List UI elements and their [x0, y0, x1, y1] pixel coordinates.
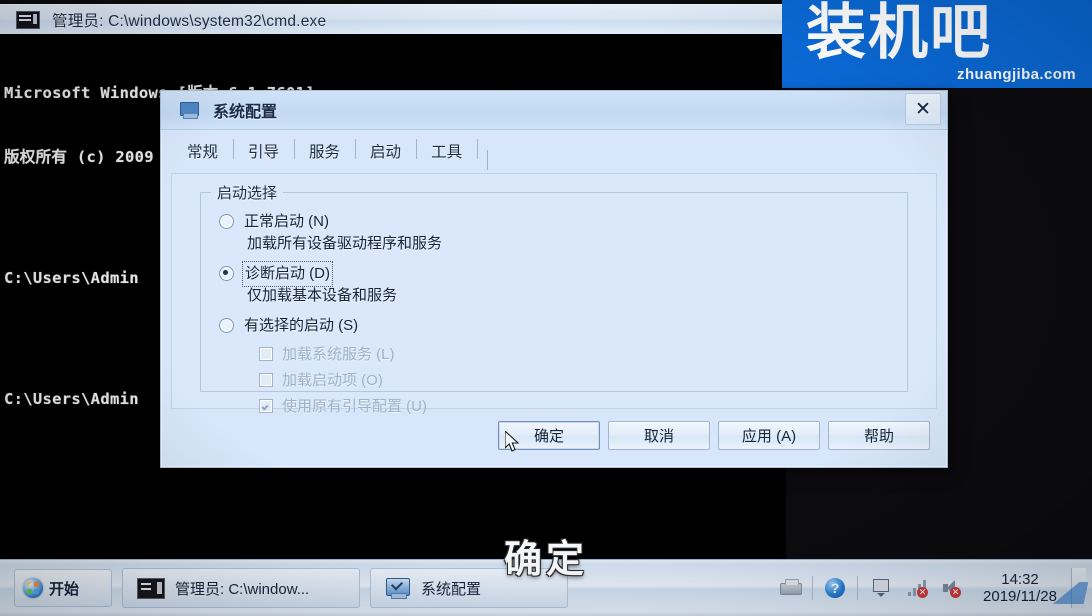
taskbar-item-msconfig[interactable]: 系统配置 [370, 568, 568, 608]
radio-selective-startup-indicator [219, 318, 234, 333]
show-desktop-button[interactable] [1071, 568, 1086, 608]
start-button[interactable]: 开始 [14, 569, 112, 607]
help-button[interactable]: 帮助 [828, 421, 930, 450]
tray-status-icons: ✕ ✕ [897, 571, 973, 605]
system-tray: ? ✕ ✕ 14:32 2019/11/28 [773, 568, 1092, 608]
dialog-titlebar[interactable]: 系统配置 ✕ [161, 91, 947, 130]
radio-normal-startup-description: 加载所有设备驱动程序和服务 [247, 235, 443, 252]
dialog-tabstrip: 常规 引导 服务 启动 工具 [169, 134, 947, 170]
radio-diagnostic-startup[interactable]: 诊断启动 (D) [219, 261, 333, 287]
radio-selective-startup-label: 有选择的启动 (S) [244, 317, 359, 334]
cmd-icon [137, 577, 165, 599]
watermark-overlay: 装机吧 zhuangjiba.com [782, 0, 1092, 88]
startup-selection-label: 启动选择 [211, 182, 284, 203]
tray-separator [857, 576, 859, 600]
clock[interactable]: 14:32 2019/11/28 [973, 571, 1067, 606]
cancel-button[interactable]: 取消 [608, 421, 710, 450]
desktop: 管理员: C:\windows\system32\cmd.exe Microso… [0, 0, 1092, 616]
msconfig-icon [179, 101, 199, 119]
checkbox-load-startup-items[interactable]: 加载启动项 (O) [259, 369, 383, 390]
tab-tools[interactable]: 工具 [417, 138, 479, 164]
dialog-button-bar: 确定 取消 应用 (A) 帮助 [161, 411, 947, 467]
taskbar-item-cmd[interactable]: 管理员: C:\window... [122, 568, 360, 608]
help-icon[interactable]: ? [823, 576, 847, 600]
network-icon[interactable]: ✕ [906, 576, 930, 600]
tab-startup[interactable]: 启动 [356, 138, 418, 164]
cmd-window-title: 管理员: C:\windows\system32\cmd.exe [52, 13, 327, 30]
tabstrip-end [478, 149, 489, 170]
radio-selective-startup[interactable]: 有选择的启动 (S) [219, 315, 358, 337]
dialog-title: 系统配置 [213, 104, 278, 121]
taskbar-item-cmd-label: 管理员: C:\window... [175, 580, 310, 598]
msconfig-icon [385, 577, 411, 599]
show-hidden-icons-icon[interactable] [868, 576, 892, 600]
tab-services[interactable]: 服务 [295, 138, 357, 164]
radio-normal-startup-label: 正常启动 (N) [244, 213, 329, 230]
checkbox-load-system-services-label: 加载系统服务 (L) [282, 346, 395, 363]
radio-diagnostic-startup-indicator [219, 266, 234, 281]
tab-boot[interactable]: 引导 [234, 138, 296, 164]
clock-date: 2019/11/28 [983, 588, 1057, 605]
taskbar-item-msconfig-label: 系统配置 [421, 580, 482, 598]
cmd-window-titlebar[interactable]: 管理员: C:\windows\system32\cmd.exe [0, 4, 782, 35]
checkbox-load-system-services-box [259, 346, 273, 361]
radio-diagnostic-startup-description: 仅加载基本设备和服务 [247, 287, 398, 304]
ok-button[interactable]: 确定 [498, 421, 600, 450]
checkbox-load-startup-items-label: 加载启动项 (O) [282, 372, 383, 389]
windows-orb-icon [23, 578, 43, 598]
apply-button[interactable]: 应用 (A) [718, 421, 820, 450]
radio-diagnostic-startup-label: 诊断启动 (D) [242, 261, 333, 287]
watermark-url: zhuangjiba.com [957, 66, 1076, 83]
watermark-logo-text: 装机吧 [806, 0, 992, 68]
tab-general[interactable]: 常规 [169, 138, 235, 164]
start-button-label: 开始 [49, 580, 80, 598]
volume-icon[interactable]: ✕ [940, 576, 964, 600]
tray-separator [812, 576, 814, 600]
printer-icon[interactable] [778, 576, 803, 600]
checkbox-load-startup-items-box [259, 372, 273, 387]
checkbox-load-system-services[interactable]: 加载系统服务 (L) [259, 343, 395, 364]
clock-time: 14:32 [1001, 570, 1039, 588]
startup-selection-group: 启动选择 正常启动 (N) 加载所有设备驱动程序和服务 诊断启动 (D) 仅加载… [200, 182, 908, 415]
radio-normal-startup-indicator [219, 214, 234, 229]
close-icon[interactable]: ✕ [905, 93, 941, 125]
taskbar: 开始 管理员: C:\window... 系统配置 ? ✕ ✕ 14:32 20… [0, 559, 1092, 616]
cmd-icon [16, 11, 40, 29]
general-tab-panel: 启动选择 正常启动 (N) 加载所有设备驱动程序和服务 诊断启动 (D) 仅加载… [171, 173, 937, 415]
radio-normal-startup[interactable]: 正常启动 (N) [219, 211, 329, 233]
system-configuration-dialog: 系统配置 ✕ 常规 引导 服务 启动 工具 启动选择 正常启动 (N) 加载所有… [160, 90, 948, 468]
